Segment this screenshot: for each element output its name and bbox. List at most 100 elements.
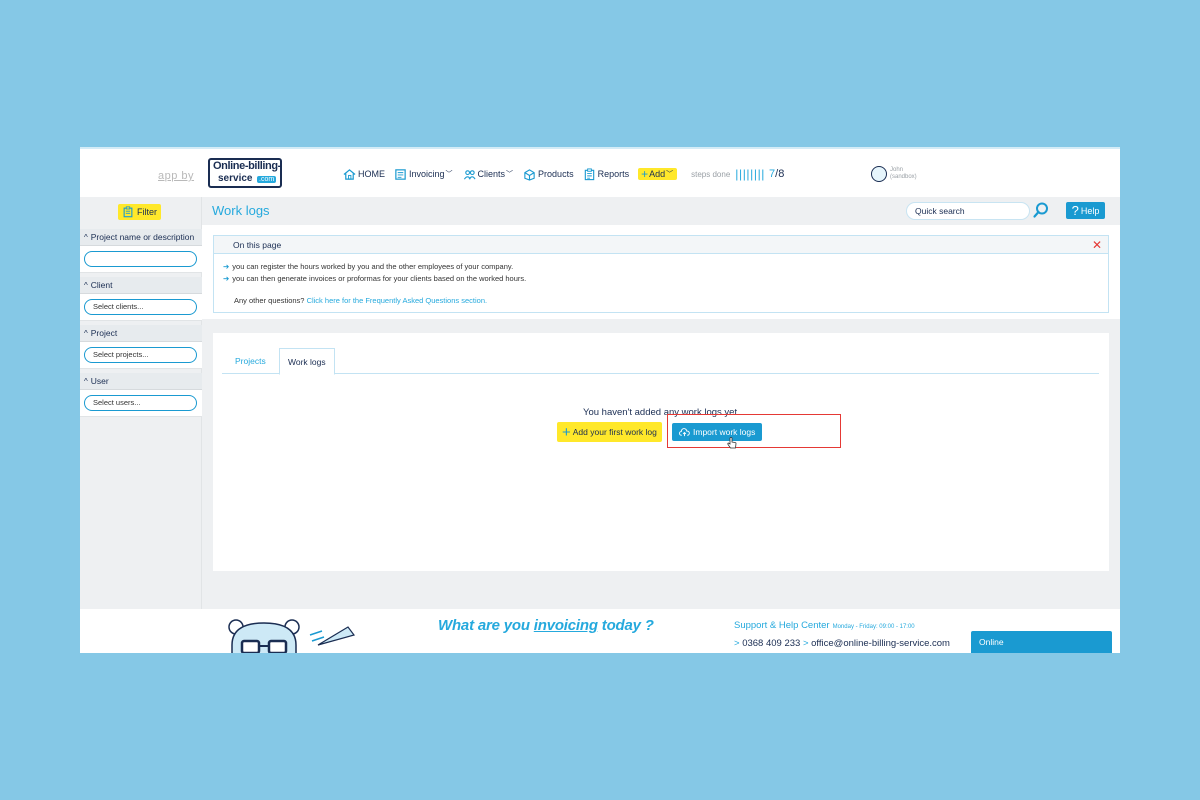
chevron-up-icon: ^	[84, 329, 88, 338]
logo-line1: Online-billing-	[213, 160, 281, 172]
slogan-part: invoicing	[533, 617, 598, 634]
filter-label: Filter	[137, 207, 157, 217]
close-icon[interactable]: ✕	[1092, 238, 1102, 252]
chevron-up-icon: ^	[84, 281, 88, 290]
arrow-right-icon: ➔	[223, 274, 230, 283]
online-chat-widget[interactable]: Online	[971, 631, 1112, 653]
main-card: Projects Work logs You haven't added any…	[213, 333, 1109, 571]
page-title-bar: Work logs Quick search ? Help	[202, 197, 1120, 225]
products-icon	[524, 168, 535, 181]
support-phone[interactable]: 0368 409 233	[742, 638, 800, 649]
reports-icon	[584, 167, 594, 180]
support-email[interactable]: office@online-billing-service.com	[811, 638, 950, 649]
nav-home[interactable]: HOME	[343, 168, 385, 181]
plus-icon: +	[641, 167, 649, 181]
user-menu[interactable]: John (sandbox)	[871, 166, 917, 182]
info-line-text: you can register the hours worked by you…	[232, 262, 514, 271]
top-header: app by Online-billing- service .com HOME…	[80, 149, 1120, 197]
support-title-text: Support & Help Center	[734, 620, 830, 631]
footer: What are you invoicing today ? Support &…	[80, 609, 1120, 653]
tab-work-logs[interactable]: Work logs	[279, 348, 335, 375]
nav-products-label: Products	[538, 169, 574, 179]
support-title: Support & Help Center Monday - Friday: 09…	[734, 620, 915, 631]
nav-reports-label: Reports	[597, 169, 630, 179]
chevron-down-icon: ﹀	[445, 171, 453, 178]
project-select[interactable]: Select projects...	[84, 347, 197, 363]
logo[interactable]: Online-billing- service .com	[208, 158, 282, 188]
add-first-work-log-label: Add your first work log	[572, 427, 657, 437]
filter-sidebar: Filter ^ Project name or description ^ Cli…	[80, 197, 202, 609]
footer-slogan: What are you invoicing today ?	[438, 617, 654, 634]
help-button[interactable]: ? Help	[1066, 202, 1105, 219]
project-name-input[interactable]	[84, 251, 197, 267]
filter-section-title: Project	[90, 328, 118, 338]
tab-bar: Projects Work logs	[222, 348, 1099, 375]
question-icon: ?	[1071, 203, 1079, 218]
chevron-up-icon: ^	[84, 377, 88, 386]
slogan-part: you	[503, 617, 534, 634]
invoice-icon	[395, 168, 406, 180]
nav-invoicing-label: Invoicing	[409, 169, 445, 179]
filter-section-header[interactable]: ^ Client	[80, 277, 202, 294]
user-name: John	[890, 167, 904, 173]
support-hours: Monday - Friday: 09:00 - 17:00	[832, 624, 915, 630]
contact-info: > 0368 409 233 > office@online-billing-s…	[734, 638, 950, 649]
app-by-link[interactable]: app by	[158, 170, 194, 182]
chevron-down-icon: ﹀	[506, 171, 514, 178]
quick-search-input[interactable]: Quick search	[906, 202, 1030, 220]
steps-count[interactable]: 7/8	[769, 168, 784, 180]
chevron-up-icon: ^	[84, 233, 88, 242]
clients-icon	[463, 169, 476, 179]
filter-section-title: Client	[90, 280, 113, 290]
nav-reports[interactable]: Reports	[583, 167, 630, 181]
info-line: ➔ you can then generate invoices or profo…	[223, 274, 526, 283]
nav-invoicing[interactable]: Invoicing ﹀	[394, 168, 454, 181]
faq-prefix: Any other questions?	[234, 296, 305, 305]
filter-section-title: User	[90, 376, 109, 386]
user-mode: (sandbox)	[890, 174, 917, 180]
info-panel-header: On this page ✕	[214, 236, 1108, 254]
filter-section-title: Project name or description	[90, 232, 195, 242]
filter-section-user: ^ User Select users...	[80, 373, 202, 417]
slogan-part: What are	[438, 617, 504, 634]
nav-clients[interactable]: Clients ﹀	[463, 168, 515, 181]
faq-link[interactable]: Click here for the Frequently Asked Ques…	[307, 296, 488, 305]
steps-progress[interactable]: ||||||||	[735, 167, 765, 181]
slogan-part: today ?	[597, 617, 654, 634]
hand-cursor-icon	[727, 437, 737, 449]
filter-section-header[interactable]: ^ Project name or description	[80, 229, 202, 246]
filter-section-header[interactable]: ^ Project	[80, 325, 202, 342]
add-first-work-log-button[interactable]: + Add your first work log	[557, 422, 662, 442]
info-line-text: you can then generate invoices or profor…	[232, 274, 527, 283]
nav-products[interactable]: Products	[523, 168, 574, 181]
filter-button[interactable]: Filter	[118, 204, 161, 220]
user-select[interactable]: Select users...	[84, 395, 197, 411]
steps-total: /8	[775, 168, 785, 180]
steps-label: steps done	[691, 169, 731, 179]
arrow-right-icon: ➔	[223, 262, 230, 271]
page-title: Work logs	[212, 203, 270, 218]
nav-clients-label: Clients	[477, 169, 506, 179]
add-menu-label: Add	[649, 169, 666, 179]
app-window: app by Online-billing- service .com HOME…	[80, 147, 1120, 653]
highlight-box	[667, 414, 841, 448]
info-line: ➔ you can register the hours worked by yo…	[223, 262, 513, 271]
search-icon[interactable]	[1032, 201, 1050, 219]
client-select[interactable]: Select clients...	[84, 299, 197, 315]
home-icon	[343, 168, 356, 180]
filter-section-project-name: ^ Project name or description	[80, 229, 202, 273]
faq-text: Any other questions? Click here for the …	[234, 296, 487, 305]
help-label: Help	[1080, 205, 1100, 216]
logo-line2: service	[218, 173, 253, 184]
info-panel-title: On this page	[233, 240, 282, 250]
tab-projects[interactable]: Projects	[227, 348, 274, 374]
chevron-down-icon: ﹀	[666, 171, 674, 178]
avatar	[871, 166, 887, 182]
plus-icon: +	[562, 423, 571, 441]
filter-section-header[interactable]: ^ User	[80, 373, 202, 390]
bear-mascot-icon	[228, 619, 356, 653]
main-nav: HOME Invoicing ﹀ Clients ﹀ Products Repo…	[343, 166, 784, 182]
info-panel: On this page ✕ ➔ you can register the hou…	[213, 235, 1109, 313]
logo-line3: .com	[257, 176, 277, 183]
add-menu-button[interactable]: + Add ﹀	[638, 167, 678, 181]
